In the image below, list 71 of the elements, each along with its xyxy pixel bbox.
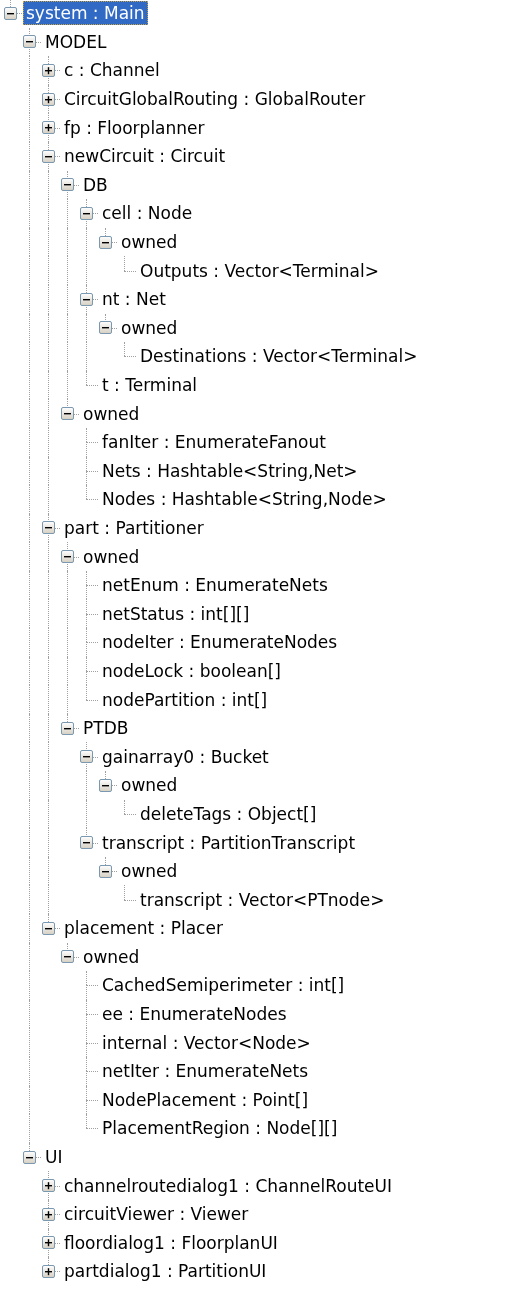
collapse-toggle-icon[interactable] — [99, 321, 112, 335]
tree-item[interactable]: Destinations : Vector<Terminal> — [137, 344, 421, 369]
tree-item[interactable]: nodeIter : EnumerateNodes — [99, 630, 341, 655]
tree-item[interactable]: c : Channel — [61, 58, 163, 83]
expand-toggle-icon[interactable] — [42, 64, 55, 77]
collapse-toggle-icon[interactable] — [80, 750, 93, 764]
tree-item[interactable]: t : Terminal — [99, 373, 201, 397]
tree-item[interactable]: netIter : EnumerateNets — [99, 1059, 312, 1084]
collapse-toggle-icon[interactable] — [99, 235, 112, 249]
collapse-toggle-icon[interactable] — [42, 521, 55, 535]
tree-item[interactable]: netStatus : int[][] — [99, 601, 253, 626]
collapse-toggle-icon[interactable] — [61, 178, 74, 192]
tree-item[interactable]: placement : Placer — [61, 916, 226, 941]
collapse-toggle-icon[interactable] — [99, 778, 112, 792]
tree-item[interactable]: cell : Node — [99, 201, 196, 226]
tree-item[interactable]: owned — [80, 944, 143, 969]
tree-item[interactable]: deleteTags : Object[] — [137, 801, 320, 826]
tree-item[interactable]: ee : EnumerateNodes — [99, 1002, 290, 1027]
tree-item[interactable]: internal : Vector<Node> — [99, 1030, 314, 1055]
tree-item[interactable]: PlacementRegion : Node[][] — [99, 1116, 341, 1141]
tree-item[interactable]: gainarray0 : Bucket — [99, 744, 272, 769]
tree-item[interactable]: nt : Net — [99, 287, 169, 312]
tree-item[interactable]: newCircuit : Circuit — [61, 144, 229, 169]
expand-toggle-icon[interactable] — [42, 1179, 55, 1193]
expand-toggle-icon[interactable] — [42, 1236, 55, 1250]
tree-item[interactable]: channelroutedialog1 : ChannelRouteUI — [61, 1173, 395, 1198]
tree-item[interactable]: owned — [80, 544, 143, 569]
collapse-toggle-icon[interactable] — [23, 35, 36, 49]
tree-item[interactable]: circuitViewer : Viewer — [61, 1202, 252, 1227]
tree-item[interactable]: netEnum : EnumerateNets — [99, 573, 331, 598]
tree-item[interactable]: owned — [118, 230, 181, 255]
tree-item[interactable]: DB — [80, 172, 111, 197]
tree-item[interactable]: system : Main — [23, 1, 148, 26]
collapse-toggle-icon[interactable] — [61, 950, 74, 964]
collapse-toggle-icon[interactable] — [80, 292, 93, 306]
collapse-toggle-icon[interactable] — [4, 6, 17, 20]
tree-item[interactable]: NodePlacement : Point[] — [99, 1087, 312, 1112]
expand-toggle-icon[interactable] — [42, 92, 55, 106]
tree-item[interactable]: owned — [118, 773, 181, 798]
collapse-toggle-icon[interactable] — [61, 550, 74, 564]
expand-toggle-icon[interactable] — [42, 121, 55, 135]
tree-item[interactable]: transcript : PartitionTranscript — [99, 830, 359, 855]
tree-item[interactable]: CircuitGlobalRouting : GlobalRouter — [61, 87, 369, 112]
collapse-toggle-icon[interactable] — [42, 149, 55, 163]
tree-item[interactable]: Nets : Hashtable<String,Net> — [99, 458, 361, 483]
tree-item[interactable]: Outputs : Vector<Terminal> — [137, 258, 382, 283]
collapse-toggle-icon[interactable] — [80, 836, 93, 849]
tree-item[interactable]: PTDB — [80, 716, 132, 741]
tree-item[interactable]: owned — [118, 859, 181, 884]
expand-toggle-icon[interactable] — [42, 1264, 55, 1278]
tree-item[interactable]: fanIter : EnumerateFanout — [99, 430, 329, 455]
collapse-toggle-icon[interactable] — [23, 1150, 36, 1164]
tree-item[interactable]: part : Partitioner — [61, 516, 207, 540]
tree-item[interactable]: owned — [118, 315, 181, 340]
collapse-toggle-icon[interactable] — [42, 921, 55, 935]
collapse-toggle-icon[interactable] — [61, 721, 74, 735]
tree-item[interactable]: nodePartition : int[] — [99, 687, 271, 712]
tree-item[interactable]: nodeLock : boolean[] — [99, 658, 284, 683]
tree-item[interactable]: partdialog1 : PartitionUI — [61, 1259, 270, 1284]
tree-item[interactable]: fp : Floorplanner — [61, 115, 208, 140]
tree-item[interactable]: floordialog1 : FloorplanUI — [61, 1230, 281, 1255]
collapse-toggle-icon[interactable] — [80, 206, 93, 220]
tree-item[interactable]: owned — [80, 401, 143, 426]
tree-item[interactable]: CachedSemiperimeter : int[] — [99, 973, 348, 998]
tree-item[interactable]: MODEL — [42, 29, 110, 54]
tree-item[interactable]: transcript : Vector<PTnode> — [137, 887, 388, 912]
tree-item[interactable]: UI — [42, 1145, 66, 1170]
expand-toggle-icon[interactable] — [42, 1207, 55, 1221]
collapse-toggle-icon[interactable] — [99, 864, 112, 878]
collapse-toggle-icon[interactable] — [61, 407, 74, 421]
tree-item[interactable]: Nodes : Hashtable<String,Node> — [99, 487, 390, 512]
